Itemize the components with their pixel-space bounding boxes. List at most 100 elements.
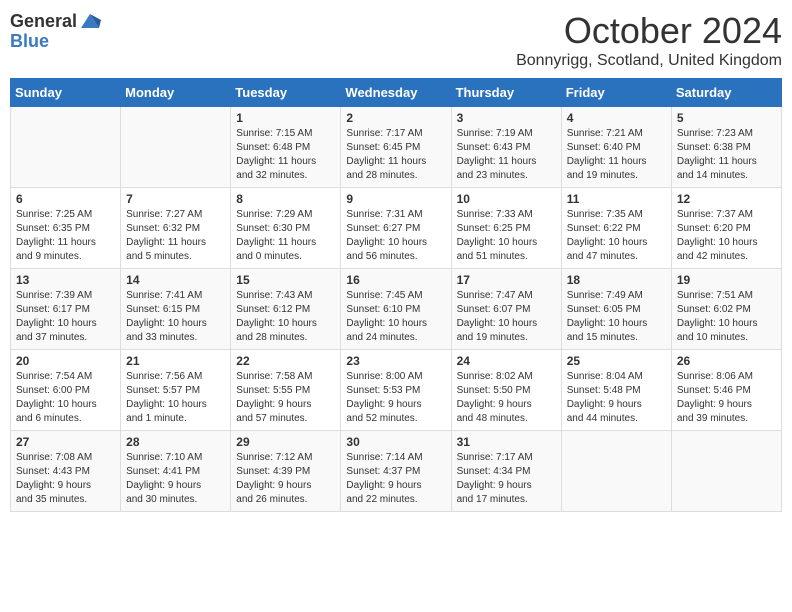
calendar-cell: 23Sunrise: 8:00 AM Sunset: 5:53 PM Dayli… xyxy=(341,350,451,431)
day-number: 4 xyxy=(567,111,666,125)
calendar-cell: 15Sunrise: 7:43 AM Sunset: 6:12 PM Dayli… xyxy=(231,269,341,350)
day-info: Sunrise: 7:49 AM Sunset: 6:05 PM Dayligh… xyxy=(567,289,666,345)
week-row-4: 20Sunrise: 7:54 AM Sunset: 6:00 PM Dayli… xyxy=(11,350,782,431)
header-friday: Friday xyxy=(561,79,671,107)
day-info: Sunrise: 7:54 AM Sunset: 6:00 PM Dayligh… xyxy=(16,370,115,426)
calendar-cell: 22Sunrise: 7:58 AM Sunset: 5:55 PM Dayli… xyxy=(231,350,341,431)
week-row-5: 27 Sunrise: 7:08 AM Sunset: 4:43 PM Dayli… xyxy=(11,431,782,512)
day-info: Sunrise: 7:56 AM Sunset: 5:57 PM Dayligh… xyxy=(126,370,225,426)
calendar-cell: 30 Sunrise: 7:14 AM Sunset: 4:37 PM Dayli… xyxy=(341,431,451,512)
day-number: 1 xyxy=(236,111,335,125)
calendar-cell: 27 Sunrise: 7:08 AM Sunset: 4:43 PM Dayli… xyxy=(11,431,121,512)
logo-general: General xyxy=(10,12,77,30)
calendar-cell: 10 Sunrise: 7:33 AM Sunset: 6:25 PM Dayli… xyxy=(451,188,561,269)
calendar-cell: 16Sunrise: 7:45 AM Sunset: 6:10 PM Dayli… xyxy=(341,269,451,350)
day-number: 30 xyxy=(346,435,445,449)
day-info: Sunrise: 7:39 AM Sunset: 6:17 PM Dayligh… xyxy=(16,289,115,345)
day-number: 26 xyxy=(677,354,776,368)
calendar-cell: 7 Sunrise: 7:27 AM Sunset: 6:32 PM Daylig… xyxy=(121,188,231,269)
day-info: Sunrise: 7:19 AM Sunset: 6:43 PM Dayligh… xyxy=(457,127,556,183)
day-info: Sunrise: 7:25 AM Sunset: 6:35 PM Dayligh… xyxy=(16,208,115,264)
calendar-cell: 31 Sunrise: 7:17 AM Sunset: 4:34 PM Dayli… xyxy=(451,431,561,512)
day-number: 22 xyxy=(236,354,335,368)
day-info: Sunrise: 7:08 AM Sunset: 4:43 PM Dayligh… xyxy=(16,451,115,507)
day-number: 11 xyxy=(567,192,666,206)
calendar-cell: 6 Sunrise: 7:25 AM Sunset: 6:35 PM Daylig… xyxy=(11,188,121,269)
day-info: Sunrise: 7:33 AM Sunset: 6:25 PM Dayligh… xyxy=(457,208,556,264)
day-number: 29 xyxy=(236,435,335,449)
calendar-cell: 4 Sunrise: 7:21 AM Sunset: 6:40 PM Daylig… xyxy=(561,107,671,188)
calendar-cell xyxy=(671,431,781,512)
calendar-cell: 24 Sunrise: 8:02 AM Sunset: 5:50 PM Dayli… xyxy=(451,350,561,431)
day-info: Sunrise: 7:14 AM Sunset: 4:37 PM Dayligh… xyxy=(346,451,445,507)
logo-icon xyxy=(79,10,101,32)
day-info: Sunrise: 7:17 AM Sunset: 6:45 PM Dayligh… xyxy=(346,127,445,183)
day-info: Sunrise: 7:27 AM Sunset: 6:32 PM Dayligh… xyxy=(126,208,225,264)
day-number: 13 xyxy=(16,273,115,287)
week-row-1: 1 Sunrise: 7:15 AM Sunset: 6:48 PM Daylig… xyxy=(11,107,782,188)
day-number: 24 xyxy=(457,354,556,368)
day-number: 17 xyxy=(457,273,556,287)
calendar-cell: 11Sunrise: 7:35 AM Sunset: 6:22 PM Dayli… xyxy=(561,188,671,269)
day-number: 21 xyxy=(126,354,225,368)
calendar-cell: 8 Sunrise: 7:29 AM Sunset: 6:30 PM Daylig… xyxy=(231,188,341,269)
calendar-cell: 21 Sunrise: 7:56 AM Sunset: 5:57 PM Dayli… xyxy=(121,350,231,431)
day-number: 5 xyxy=(677,111,776,125)
calendar-cell: 28 Sunrise: 7:10 AM Sunset: 4:41 PM Dayli… xyxy=(121,431,231,512)
calendar-cell: 1 Sunrise: 7:15 AM Sunset: 6:48 PM Daylig… xyxy=(231,107,341,188)
day-number: 10 xyxy=(457,192,556,206)
header-tuesday: Tuesday xyxy=(231,79,341,107)
day-info: Sunrise: 7:10 AM Sunset: 4:41 PM Dayligh… xyxy=(126,451,225,507)
calendar-cell: 12 Sunrise: 7:37 AM Sunset: 6:20 PM Dayli… xyxy=(671,188,781,269)
calendar-cell: 3 Sunrise: 7:19 AM Sunset: 6:43 PM Daylig… xyxy=(451,107,561,188)
day-number: 9 xyxy=(346,192,445,206)
header-row: SundayMondayTuesdayWednesdayThursdayFrid… xyxy=(11,79,782,107)
day-info: Sunrise: 7:37 AM Sunset: 6:20 PM Dayligh… xyxy=(677,208,776,264)
logo: General Blue xyxy=(10,10,101,52)
header-thursday: Thursday xyxy=(451,79,561,107)
day-number: 27 xyxy=(16,435,115,449)
month-title: October 2024 xyxy=(516,10,782,52)
day-info: Sunrise: 8:02 AM Sunset: 5:50 PM Dayligh… xyxy=(457,370,556,426)
calendar-cell: 13 Sunrise: 7:39 AM Sunset: 6:17 PM Dayli… xyxy=(11,269,121,350)
header-sunday: Sunday xyxy=(11,79,121,107)
day-info: Sunrise: 7:15 AM Sunset: 6:48 PM Dayligh… xyxy=(236,127,335,183)
day-number: 3 xyxy=(457,111,556,125)
header-saturday: Saturday xyxy=(671,79,781,107)
day-info: Sunrise: 7:12 AM Sunset: 4:39 PM Dayligh… xyxy=(236,451,335,507)
day-info: Sunrise: 7:23 AM Sunset: 6:38 PM Dayligh… xyxy=(677,127,776,183)
calendar-cell xyxy=(121,107,231,188)
day-number: 8 xyxy=(236,192,335,206)
day-number: 25 xyxy=(567,354,666,368)
calendar-cell: 9 Sunrise: 7:31 AM Sunset: 6:27 PM Daylig… xyxy=(341,188,451,269)
calendar-cell: 25 Sunrise: 8:04 AM Sunset: 5:48 PM Dayli… xyxy=(561,350,671,431)
week-row-2: 6 Sunrise: 7:25 AM Sunset: 6:35 PM Daylig… xyxy=(11,188,782,269)
calendar-cell: 20Sunrise: 7:54 AM Sunset: 6:00 PM Dayli… xyxy=(11,350,121,431)
day-number: 6 xyxy=(16,192,115,206)
calendar-cell xyxy=(11,107,121,188)
calendar-cell: 14 Sunrise: 7:41 AM Sunset: 6:15 PM Dayli… xyxy=(121,269,231,350)
day-info: Sunrise: 7:43 AM Sunset: 6:12 PM Dayligh… xyxy=(236,289,335,345)
day-number: 31 xyxy=(457,435,556,449)
day-info: Sunrise: 7:51 AM Sunset: 6:02 PM Dayligh… xyxy=(677,289,776,345)
calendar-cell xyxy=(561,431,671,512)
day-number: 14 xyxy=(126,273,225,287)
day-number: 28 xyxy=(126,435,225,449)
day-info: Sunrise: 7:29 AM Sunset: 6:30 PM Dayligh… xyxy=(236,208,335,264)
day-info: Sunrise: 7:31 AM Sunset: 6:27 PM Dayligh… xyxy=(346,208,445,264)
day-number: 12 xyxy=(677,192,776,206)
day-info: Sunrise: 7:21 AM Sunset: 6:40 PM Dayligh… xyxy=(567,127,666,183)
day-number: 7 xyxy=(126,192,225,206)
calendar-table: SundayMondayTuesdayWednesdayThursdayFrid… xyxy=(10,78,782,512)
day-info: Sunrise: 7:17 AM Sunset: 4:34 PM Dayligh… xyxy=(457,451,556,507)
week-row-3: 13 Sunrise: 7:39 AM Sunset: 6:17 PM Dayli… xyxy=(11,269,782,350)
day-number: 19 xyxy=(677,273,776,287)
day-info: Sunrise: 7:41 AM Sunset: 6:15 PM Dayligh… xyxy=(126,289,225,345)
logo-blue: Blue xyxy=(10,31,49,51)
calendar-cell: 19 Sunrise: 7:51 AM Sunset: 6:02 PM Dayli… xyxy=(671,269,781,350)
title-area: October 2024 Bonnyrigg, Scotland, United… xyxy=(516,10,782,70)
day-info: Sunrise: 8:04 AM Sunset: 5:48 PM Dayligh… xyxy=(567,370,666,426)
calendar-cell: 2 Sunrise: 7:17 AM Sunset: 6:45 PM Daylig… xyxy=(341,107,451,188)
calendar-cell: 5 Sunrise: 7:23 AM Sunset: 6:38 PM Daylig… xyxy=(671,107,781,188)
day-number: 2 xyxy=(346,111,445,125)
